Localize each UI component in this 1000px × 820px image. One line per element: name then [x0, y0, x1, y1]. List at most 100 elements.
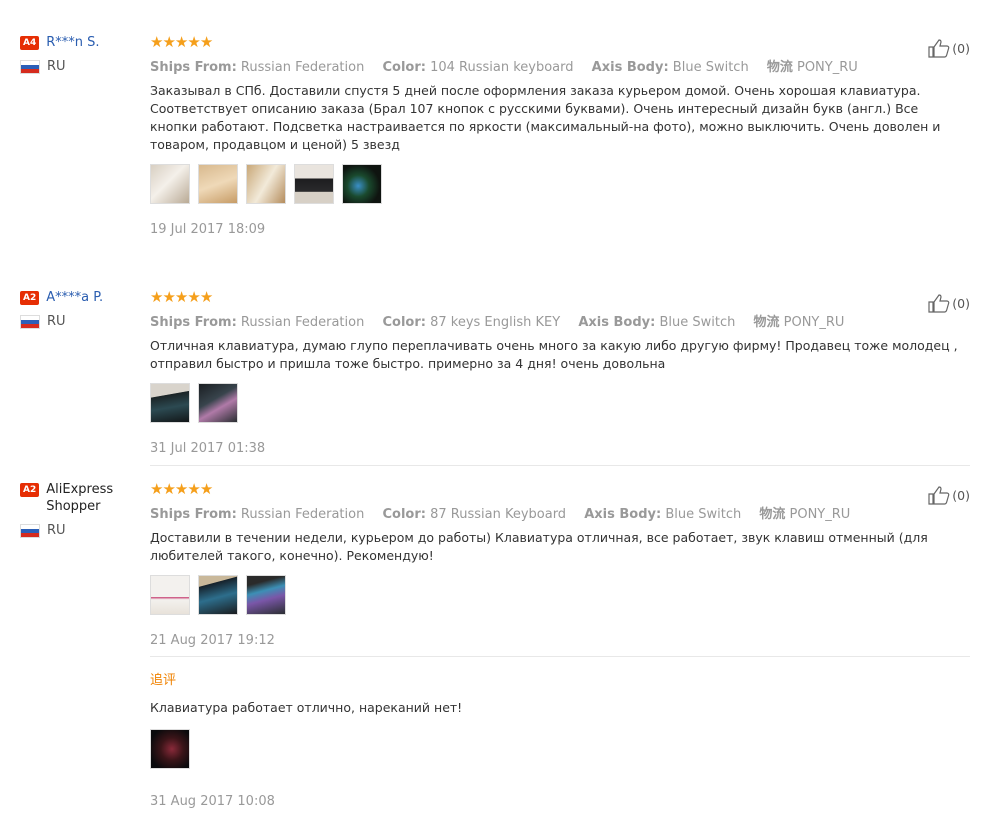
review-image[interactable]: [198, 383, 238, 423]
review-image[interactable]: [342, 164, 382, 204]
level-badge: A2: [20, 483, 40, 497]
review-images: [150, 164, 970, 204]
thumbs-up-icon: [928, 486, 950, 505]
color-label: Color:: [382, 507, 426, 522]
review-text: Доставили в течении недели, курьером до …: [150, 530, 928, 563]
review-image[interactable]: [294, 164, 334, 204]
color-value: 104 Russian keyboard: [430, 60, 574, 75]
country-code: RU: [47, 59, 66, 74]
country-code: RU: [47, 523, 66, 538]
star-icon: ★: [199, 480, 213, 498]
country: RU: [20, 523, 130, 538]
followup-divider: [150, 656, 970, 657]
helpful-count: (0): [952, 295, 970, 311]
review-divider: [150, 465, 970, 466]
color-label: Color:: [382, 60, 426, 75]
review-images: [150, 575, 970, 615]
star-icon: ★: [174, 480, 188, 498]
axis-body-label: Axis Body:: [584, 507, 662, 522]
star-icon: ★: [162, 480, 175, 498]
axis-body-label: Axis Body:: [591, 60, 669, 75]
review-content: ★ ★ ★ ★ ★ Ships From: Russian Federation Col…: [150, 289, 970, 456]
order-attributes: Ships From: Russian Federation Color: 87…: [150, 311, 970, 330]
star-icon: ★: [199, 288, 213, 306]
color-label: Color:: [382, 315, 426, 330]
reviewer-info: A2 A****a P. RU: [20, 289, 130, 329]
followup-date: 31 Aug 2017 10:08: [150, 794, 275, 809]
reviewer-info: A2 AliExpress Shopper RU: [20, 481, 130, 538]
star-icon: ★: [162, 33, 175, 51]
logistics-label: 物流: [759, 507, 786, 522]
russia-flag-icon: [20, 314, 40, 329]
star-rating: ★ ★ ★ ★ ★: [150, 481, 970, 497]
russia-flag-icon: [20, 59, 40, 74]
review-text: Отличная клавиатура, думаю глупо перепла…: [150, 338, 958, 371]
review-text: Заказывал в СПб. Доставили спустя 5 дней…: [150, 83, 941, 152]
review-image[interactable]: [246, 164, 286, 204]
thumbs-up-icon: [928, 39, 950, 58]
level-badge: A4: [20, 36, 40, 50]
ships-from-label: Ships From:: [150, 60, 237, 75]
review-image[interactable]: [150, 164, 190, 204]
order-attributes: Ships From: Russian Federation Color: 87…: [150, 503, 970, 522]
review-images: [150, 383, 970, 423]
followup-images: [150, 729, 970, 769]
logistics-value: PONY_RU: [783, 315, 845, 330]
review-image[interactable]: [150, 729, 190, 769]
level-badge: A2: [20, 291, 40, 305]
helpful-button[interactable]: (0): [928, 293, 970, 313]
review-image[interactable]: [198, 575, 238, 615]
country: RU: [20, 314, 130, 329]
review-image[interactable]: [150, 575, 190, 615]
country: RU: [20, 59, 130, 74]
star-icon: ★: [162, 288, 175, 306]
russia-flag-icon: [20, 523, 40, 538]
review-image[interactable]: [246, 575, 286, 615]
axis-body-label: Axis Body:: [578, 315, 656, 330]
review-date: 31 Jul 2017 01:38: [150, 441, 266, 456]
review-image[interactable]: [198, 164, 238, 204]
helpful-button[interactable]: (0): [928, 485, 970, 505]
color-value: 87 Russian Keyboard: [430, 507, 567, 522]
ships-from-label: Ships From:: [150, 315, 237, 330]
reviewer-name[interactable]: A****a P.: [46, 289, 103, 306]
star-rating: ★ ★ ★ ★ ★: [150, 34, 970, 50]
review-content: ★ ★ ★ ★ ★ Ships From: Russian Federation Col…: [150, 481, 970, 648]
star-icon: ★: [150, 33, 163, 51]
ships-from-value: Russian Federation: [240, 315, 365, 330]
star-icon: ★: [187, 480, 200, 498]
review-image[interactable]: [150, 383, 190, 423]
reviewer-info: A4 R***n S. RU: [20, 34, 130, 74]
review-date: 19 Jul 2017 18:09: [150, 222, 266, 237]
star-icon: ★: [150, 480, 163, 498]
logistics-value: PONY_RU: [796, 60, 858, 75]
axis-body-value: Blue Switch: [665, 507, 742, 522]
helpful-count: (0): [952, 487, 970, 503]
color-value: 87 keys English KEY: [430, 315, 561, 330]
country-code: RU: [47, 314, 66, 329]
star-icon: ★: [174, 33, 188, 51]
followup-content: 追评 Клавиатура работает отлично, нарекани…: [150, 669, 970, 809]
helpful-button[interactable]: (0): [928, 38, 970, 58]
star-icon: ★: [187, 33, 200, 51]
star-rating: ★ ★ ★ ★ ★: [150, 289, 970, 305]
thumbs-up-icon: [928, 294, 950, 313]
star-icon: ★: [174, 288, 188, 306]
logistics-label: 物流: [766, 60, 793, 75]
star-icon: ★: [150, 288, 163, 306]
star-icon: ★: [199, 33, 213, 51]
helpful-count: (0): [952, 40, 970, 56]
review-date: 21 Aug 2017 19:12: [150, 633, 275, 648]
ships-from-value: Russian Federation: [240, 507, 365, 522]
star-icon: ★: [187, 288, 200, 306]
logistics-value: PONY_RU: [789, 507, 851, 522]
reviewer-name[interactable]: R***n S.: [46, 34, 99, 51]
axis-body-value: Blue Switch: [659, 315, 736, 330]
followup-text: Клавиатура работает отлично, нареканий н…: [150, 700, 463, 715]
ships-from-label: Ships From:: [150, 507, 237, 522]
logistics-label: 物流: [753, 315, 780, 330]
reviewer-name: AliExpress Shopper: [46, 482, 114, 514]
order-attributes: Ships From: Russian Federation Color: 10…: [150, 56, 970, 75]
review-content: ★ ★ ★ ★ ★ Ships From: Russian Federation Col…: [150, 34, 970, 237]
followup-label: 追评: [150, 673, 177, 688]
